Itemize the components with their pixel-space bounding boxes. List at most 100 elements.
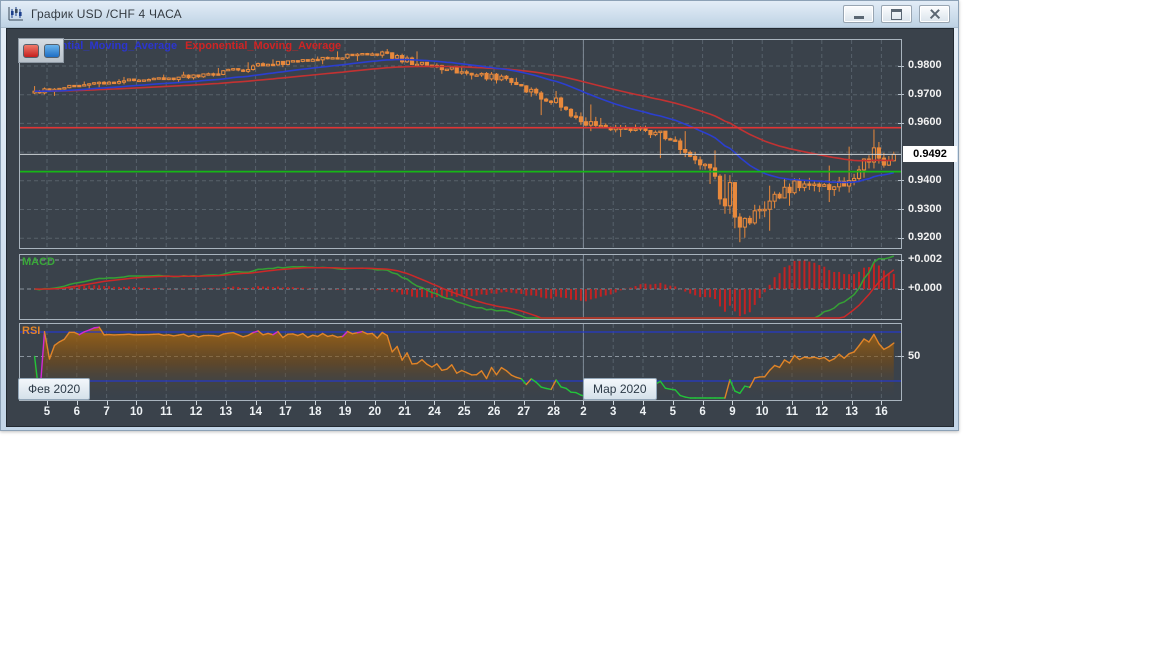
axis-tick-label: +0.000 [908,282,942,294]
indicator-button-red[interactable] [22,43,39,58]
time-axis-label: 28 [547,406,560,418]
time-axis-tick [404,401,406,405]
time-axis-tick [225,401,227,405]
time-axis-label: 19 [338,406,352,418]
time-axis-label: 10 [755,406,769,418]
time-axis-tick [523,401,525,405]
axis-tick [898,94,904,96]
axis-tick [898,209,904,210]
axis-tick-label: 0.9700 [908,87,942,100]
time-axis-tick [196,401,197,405]
legend-ema-slow: Exponential_Moving_Average [185,40,342,52]
axis-tick-label: 0.9600 [908,116,942,129]
time-axis-label: 17 [278,406,292,418]
price-chart[interactable] [19,39,902,249]
axis-tick-label: 0.9800 [908,59,942,71]
time-axis-label: 4 [639,406,647,418]
time-axis-label: 16 [874,406,888,418]
time-axis-label: 5 [669,406,676,418]
indicator-legend: Exponential_Moving_Average Exponential_Mo… [21,40,349,52]
time-axis-tick [732,401,734,405]
axis-tick-label: 50 [908,349,921,362]
time-axis-label: 26 [487,406,501,418]
macd-chart[interactable] [19,254,902,320]
rsi-label: RSI [22,325,41,337]
time-axis-tick [285,401,287,405]
window-controls [843,5,952,23]
minimize-icon [853,15,864,19]
time-axis-label: 25 [457,406,471,418]
time-axis-tick [643,401,644,405]
time-axis-tick [762,401,764,405]
time-axis-label: 20 [368,406,382,418]
time-axis-tick [315,401,317,405]
titlebar[interactable]: График USD /CHF 4 ЧАСА [1,1,958,28]
time-axis-tick [374,401,376,405]
minimize-button[interactable] [843,5,874,23]
window-title: График USD /CHF 4 ЧАСА [31,7,182,21]
time-axis-tick [434,401,436,405]
axis-tick [898,122,904,124]
current-price-box: 0.9492 [903,146,957,163]
axis-tick [898,259,904,261]
time-axis-label: 11 [785,406,799,418]
time-axis-tick [464,401,466,405]
time-axis-tick [47,401,48,405]
time-axis-tick [136,401,138,405]
screen: График USD /CHF 4 ЧАСА Exponential_Movin… [0,0,1152,648]
time-axis-tick [583,401,585,405]
axis-tick [898,237,904,239]
time-axis-label: 27 [517,406,531,418]
axis-tick [898,65,904,67]
time-axis-label: 12 [189,406,203,418]
maximize-icon [891,8,902,20]
time-axis-tick [345,401,346,405]
axis-tick-label: 0.9200 [908,231,942,244]
month-badge: Фев 2020 [18,378,91,400]
time-axis-tick [792,401,793,405]
time-axis-tick [553,401,555,405]
time-axis-tick [106,401,108,405]
indicator-toolbar [18,38,64,63]
axis-tick [898,180,904,182]
time-axis-label: 12 [815,406,829,418]
time-axis-label: 6 [699,406,706,418]
time-axis-tick [255,401,257,405]
close-icon [929,9,941,19]
maximize-button[interactable] [881,5,912,23]
close-button[interactable] [919,5,950,23]
time-axis-tick [76,401,78,405]
time-axis-label: 13 [845,406,858,418]
time-axis-tick [881,401,883,405]
macd-label: MACD [22,256,55,268]
chart-icon [8,7,23,21]
time-axis-label: 7 [103,406,110,418]
time-axis-label: 5 [43,406,51,418]
axis-tick-label: +0.002 [908,253,942,265]
axis-tick [898,288,904,290]
chart-window: График USD /CHF 4 ЧАСА Exponential_Movin… [0,0,959,431]
indicator-button-blue[interactable] [43,43,60,58]
time-axis-label: 9 [729,406,736,418]
time-axis-tick [672,401,674,405]
time-axis-tick [702,401,704,405]
axis-tick-label: 0.9400 [908,173,942,186]
time-axis-label: 18 [308,406,322,418]
time-axis-tick [821,401,823,405]
axis-tick [898,356,904,357]
time-axis-tick [851,401,853,405]
time-axis-label: 2 [580,406,587,418]
time-axis-label: 14 [249,406,262,418]
time-axis-label: 6 [73,406,80,418]
time-axis-tick [494,401,495,405]
time-axis-label: 21 [398,406,411,418]
time-axis-label: 24 [427,406,441,418]
time-axis-tick [613,401,615,405]
axis-tick-label: 0.9300 [908,202,942,215]
time-axis-label: 13 [219,406,233,418]
time-axis-label: 3 [609,406,617,418]
rsi-chart[interactable] [19,323,902,401]
month-badge: Мар 2020 [583,378,657,400]
time-axis-label: 10 [129,406,143,418]
time-axis-tick [166,401,168,405]
